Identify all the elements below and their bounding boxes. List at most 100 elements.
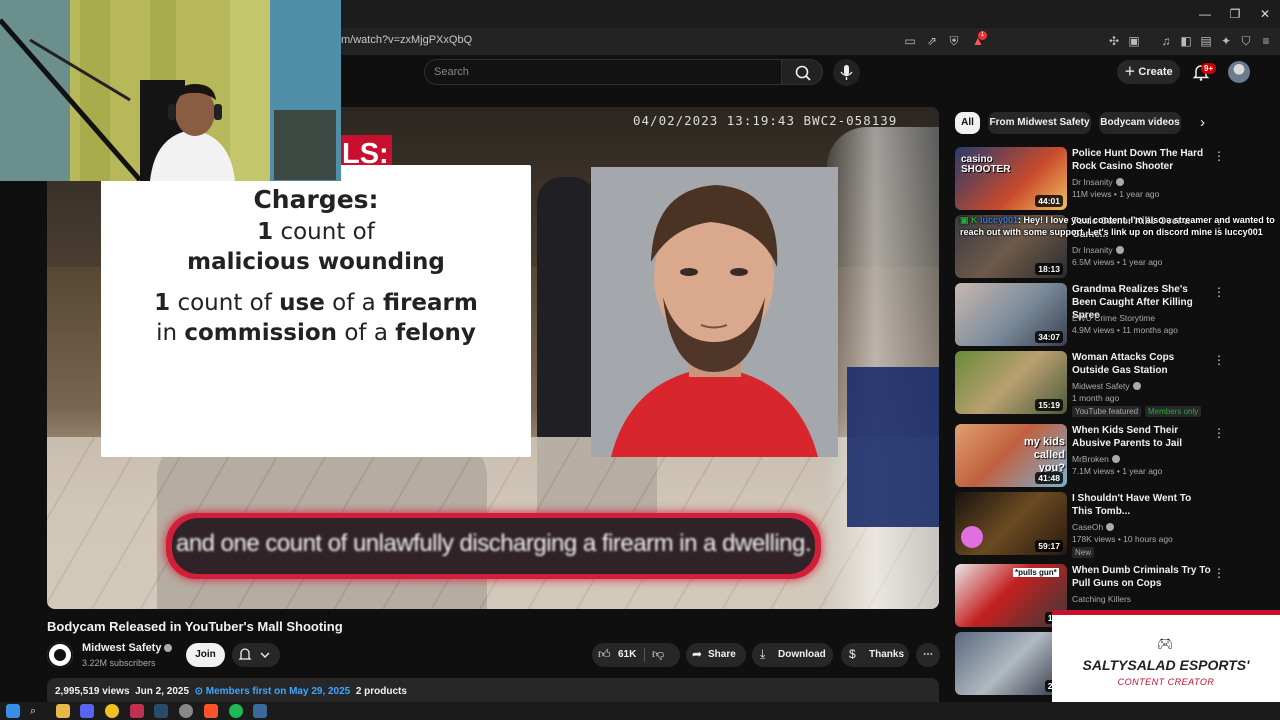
thumbnail-text: *pulls gun* <box>1013 568 1059 577</box>
more-icon: ⋯ <box>923 649 933 660</box>
recommendation-channel[interactable]: Midwest Safety <box>1072 381 1141 391</box>
duration-badge: 41:48 <box>1035 472 1063 484</box>
members-first-badge[interactable]: ⊙ Members first on May 29, 2025 <box>195 686 351 697</box>
more-options-icon[interactable]: ⋮ <box>1213 353 1225 367</box>
recommendation-channel[interactable]: MrBroken <box>1072 454 1120 464</box>
chip-from-channel[interactable]: From Midwest Safety <box>988 112 1091 134</box>
duration-badge: 34:07 <box>1035 331 1063 343</box>
share-page-icon[interactable]: ⇗ <box>924 33 940 49</box>
verified-icon <box>1115 178 1124 186</box>
more-options-icon[interactable]: ⋮ <box>1213 566 1225 580</box>
duration-badge: 44:01 <box>1035 195 1063 207</box>
brave-icon[interactable] <box>204 704 218 718</box>
recommendation-title[interactable]: When Dumb Criminals Try To Pull Guns on … <box>1072 564 1212 590</box>
recommendation-title[interactable]: Woman Attacks Cops Outside Gas Station <box>1072 351 1212 377</box>
minimize-button[interactable]: — <box>1190 4 1220 24</box>
recommendation-channel[interactable]: EWU Crime Storytime <box>1072 313 1155 323</box>
recommendation-item[interactable]: my kids called you? 41:48 When Kids Send… <box>955 424 1255 488</box>
recommendation-meta: 7.1M views • 1 year ago <box>1072 466 1163 476</box>
caption-text: and one count of unlawfully discharging … <box>175 530 812 557</box>
plus-icon: ＋ <box>1124 66 1139 78</box>
verified-icon <box>1115 246 1124 254</box>
recommendation-item[interactable]: 59:17 I Shouldn't Have Went To This Tomb… <box>955 492 1255 558</box>
wallet-icon[interactable]: ▤ <box>1198 33 1214 49</box>
chip-bodycam[interactable]: Bodycam videos <box>1099 112 1181 134</box>
video-thumbnail[interactable]: casino SHOOTER 44:01 <box>955 147 1067 210</box>
account-avatar[interactable] <box>1228 61 1250 83</box>
subscriber-count: 3.22M subscribers <box>82 658 156 668</box>
url-text[interactable]: m/watch?v=zxMjgPXxQbQ <box>341 34 472 46</box>
channel-logo-icon <box>47 642 73 668</box>
more-options-icon[interactable]: ⋮ <box>1213 149 1225 163</box>
video-thumbnail[interactable]: my kids called you? 41:48 <box>955 424 1067 487</box>
create-button[interactable]: ＋ Create <box>1117 60 1180 84</box>
video-thumbnail[interactable]: 26: <box>955 632 1067 695</box>
recommendation-channel[interactable]: Dr Insanity <box>1072 177 1124 187</box>
recommendation-channel[interactable]: Dr Insanity <box>1072 245 1124 255</box>
close-window-button[interactable]: ✕ <box>1250 4 1280 24</box>
video-thumbnail[interactable]: *pulls gun* 19: <box>955 564 1067 627</box>
recommendation-meta: 6.5M views • 1 year ago <box>1072 257 1163 267</box>
webcam-scene <box>0 0 341 181</box>
more-options-icon[interactable]: ⋮ <box>1213 426 1225 440</box>
ghost-emoji-icon <box>961 526 983 548</box>
chrome-icon[interactable] <box>105 704 119 718</box>
join-button[interactable]: Join <box>186 643 225 667</box>
microphone-icon <box>840 65 853 80</box>
recommendation-channel[interactable]: CaseOh <box>1072 522 1115 532</box>
charge-1-line-1: 1 count of <box>257 219 375 245</box>
discord-icon[interactable] <box>80 704 94 718</box>
recommendation-item[interactable]: casino SHOOTER 44:01 Police Hunt Down Th… <box>955 147 1255 211</box>
recommendation-item[interactable]: 15:19 Woman Attacks Cops Outside Gas Sta… <box>955 351 1255 417</box>
more-actions-button[interactable]: ⋯ <box>916 643 940 667</box>
taskbar-search-icon[interactable]: ⌕ <box>30 704 44 718</box>
like-icon[interactable]: 👍︎ <box>598 647 611 662</box>
products-link[interactable]: 2 products <box>356 686 407 697</box>
search-input[interactable] <box>424 59 782 85</box>
install-app-icon[interactable]: ▭ <box>902 33 918 49</box>
channel-name[interactable]: Midwest Safety <box>82 642 173 654</box>
channel-avatar[interactable] <box>47 642 73 668</box>
search-button[interactable] <box>781 59 823 85</box>
video-thumbnail[interactable]: 34:07 <box>955 283 1067 346</box>
obs-icon[interactable] <box>179 704 193 718</box>
chat-message: ▣ K luccy001: Hey! I love your content. … <box>960 214 1275 238</box>
leo-icon[interactable]: ✦ <box>1218 33 1234 49</box>
search-placeholder: Search <box>434 66 469 78</box>
spotify-icon[interactable] <box>229 704 243 718</box>
vpn-icon[interactable]: ⛉ <box>1238 33 1254 49</box>
chip-all[interactable]: All <box>955 112 980 134</box>
chips-next-icon[interactable]: › <box>1200 114 1205 131</box>
subscription-bell-button[interactable] <box>232 643 280 667</box>
media-icon[interactable]: ▣ <box>1126 33 1142 49</box>
recommendation-meta: 178K views • 10 hours ago <box>1072 534 1173 544</box>
chat-username: luccy001 <box>980 215 1019 225</box>
brave-shield-icon[interactable]: ⛨ <box>946 33 962 49</box>
like-count[interactable]: 61K <box>618 649 636 660</box>
video-thumbnail[interactable]: 59:17 <box>955 492 1067 555</box>
steam-icon[interactable] <box>154 704 168 718</box>
recommendation-title[interactable]: When Kids Send Their Abusive Parents to … <box>1072 424 1212 450</box>
file-explorer-icon[interactable] <box>56 704 70 718</box>
music-icon[interactable]: ♫ <box>1158 33 1174 49</box>
more-options-icon[interactable]: ⋮ <box>1213 285 1225 299</box>
download-icon: ⤓ <box>760 647 766 661</box>
start-icon[interactable] <box>6 704 20 718</box>
voice-search-button[interactable] <box>833 59 860 86</box>
steam-app-icon[interactable] <box>253 704 267 718</box>
sidebar-icon[interactable]: ◧ <box>1178 33 1194 49</box>
recommendation-title[interactable]: Police Hunt Down The Hard Rock Casino Sh… <box>1072 147 1212 173</box>
restore-button[interactable]: ❐ <box>1220 4 1250 24</box>
dislike-icon[interactable]: 👎︎ <box>652 647 664 662</box>
verified-icon <box>1132 382 1141 390</box>
recommendation-title[interactable]: I Shouldn't Have Went To This Tomb... <box>1072 492 1212 518</box>
notification-count-badge: 9+ <box>1201 63 1217 74</box>
recommendation-channel[interactable]: Catching Killers <box>1072 594 1131 604</box>
extensions-icon[interactable]: ✣ <box>1106 33 1122 49</box>
recommendation-item[interactable]: 34:07 Grandma Realizes She's Been Caught… <box>955 283 1255 347</box>
description-meta: 2,995,519 views Jun 2, 2025 ⊙ Members fi… <box>55 686 407 697</box>
app-icon[interactable] <box>130 704 144 718</box>
video-thumbnail[interactable]: 15:19 <box>955 351 1067 414</box>
menu-icon[interactable]: ≡ <box>1258 33 1274 49</box>
share-label: Share <box>708 649 736 660</box>
